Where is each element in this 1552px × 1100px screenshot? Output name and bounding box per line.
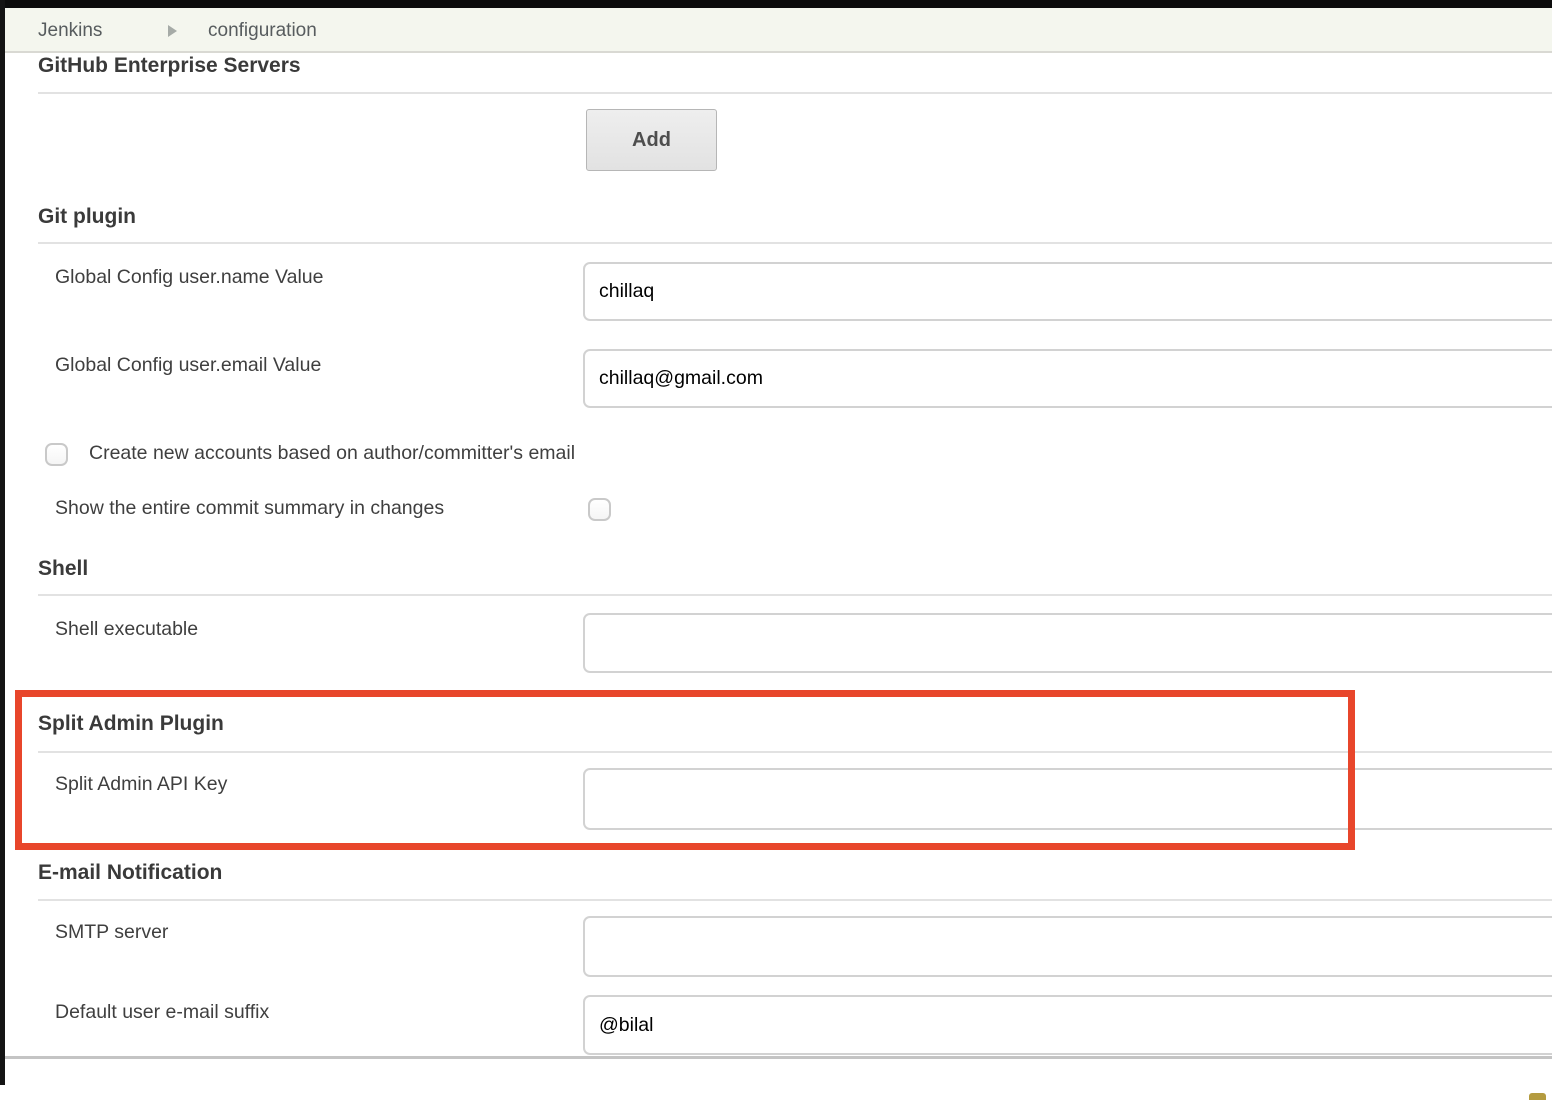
shell-executable-label: Shell executable xyxy=(55,618,198,641)
user-email-input[interactable] xyxy=(583,349,1552,408)
divider xyxy=(38,594,1552,596)
user-name-label: Global Config user.name Value xyxy=(55,266,323,289)
left-screen-edge xyxy=(0,0,5,1085)
divider xyxy=(38,92,1552,94)
add-button[interactable]: Add xyxy=(586,109,717,171)
breadcrumb-configuration-link[interactable]: configuration xyxy=(208,8,317,53)
section-title-github-enterprise-servers: GitHub Enterprise Servers xyxy=(38,54,301,78)
smtp-server-label: SMTP server xyxy=(55,921,168,944)
split-admin-api-key-label: Split Admin API Key xyxy=(55,773,227,796)
section-title-shell: Shell xyxy=(38,557,88,581)
create-accounts-checkbox[interactable] xyxy=(45,443,68,466)
user-email-label: Global Config user.email Value xyxy=(55,354,321,377)
shell-executable-input[interactable] xyxy=(583,613,1552,673)
section-title-split-admin-plugin: Split Admin Plugin xyxy=(38,712,224,736)
default-email-suffix-input[interactable] xyxy=(583,995,1552,1055)
smtp-server-input[interactable] xyxy=(583,916,1552,977)
commit-summary-checkbox[interactable] xyxy=(588,498,611,521)
jenkins-configuration-page: Jenkins configuration GitHub Enterprise … xyxy=(0,0,1552,1100)
default-email-suffix-label: Default user e-mail suffix xyxy=(55,1001,269,1024)
breadcrumb: Jenkins configuration xyxy=(0,8,1552,53)
bottom-divider xyxy=(0,1056,1552,1059)
section-title-git-plugin: Git plugin xyxy=(38,205,136,229)
section-title-email-notification: E-mail Notification xyxy=(38,861,222,885)
breadcrumb-chevron-icon xyxy=(168,25,177,37)
breadcrumb-jenkins-link[interactable]: Jenkins xyxy=(38,8,102,53)
user-name-input[interactable] xyxy=(583,262,1552,321)
partial-cutoff-element xyxy=(1529,1093,1546,1100)
divider xyxy=(38,899,1552,901)
split-admin-api-key-input[interactable] xyxy=(583,768,1552,830)
commit-summary-label: Show the entire commit summary in change… xyxy=(55,497,444,520)
create-accounts-label: Create new accounts based on author/comm… xyxy=(89,442,575,465)
divider xyxy=(38,751,1552,753)
top-screen-edge xyxy=(0,0,1552,8)
divider xyxy=(38,242,1552,244)
